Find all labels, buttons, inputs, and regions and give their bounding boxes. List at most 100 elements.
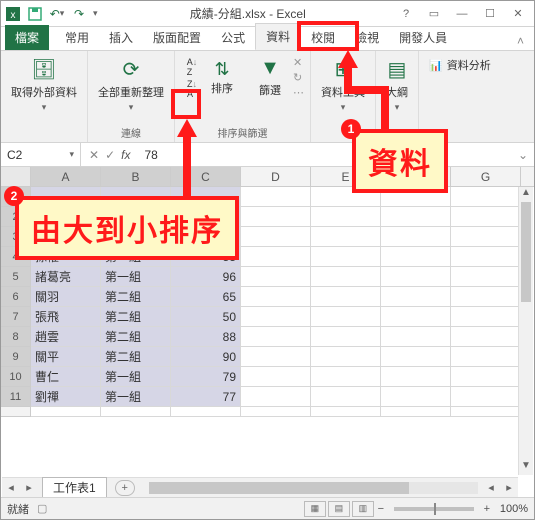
cell[interactable]: 關平 [31,347,101,367]
tab-insert[interactable]: 插入 [99,25,143,50]
col-header[interactable]: G [451,167,521,186]
cell[interactable] [311,267,381,287]
cell[interactable] [381,287,451,307]
redo-icon[interactable]: ↷ [71,6,87,22]
cell[interactable] [451,247,521,267]
cell[interactable] [311,407,381,417]
cell[interactable] [451,187,521,207]
cell[interactable]: 趙雲 [31,327,101,347]
cell[interactable] [241,247,311,267]
fx-icon[interactable]: fx [121,148,130,162]
cell[interactable]: 77 [171,387,241,407]
zoom-out-button[interactable]: − [374,503,388,515]
qat-customize-icon[interactable]: ▾ [93,8,98,19]
reapply-icon[interactable]: ↻ [293,71,304,84]
row-header[interactable]: 7 [1,307,31,327]
tab-layout[interactable]: 版面配置 [143,25,211,50]
tab-view[interactable]: 檢視 [345,25,389,50]
cell[interactable]: 諸葛亮 [31,267,101,287]
cell[interactable] [311,227,381,247]
ribbon-options-button[interactable]: ▭ [422,5,446,23]
cell[interactable] [451,287,521,307]
horizontal-scrollbar[interactable] [149,482,478,494]
cell[interactable]: 第一組 [101,367,171,387]
cell[interactable]: 88 [171,327,241,347]
cell[interactable]: 第一組 [101,387,171,407]
cell[interactable]: 張飛 [31,307,101,327]
cell[interactable]: 劉禪 [31,387,101,407]
cell[interactable] [311,327,381,347]
select-all-corner[interactable] [1,167,31,186]
cell[interactable] [311,287,381,307]
cell[interactable]: 65 [171,287,241,307]
cell[interactable] [451,267,521,287]
row-header[interactable]: 11 [1,387,31,407]
cell[interactable] [241,307,311,327]
cell[interactable] [451,307,521,327]
sheet-tab[interactable]: 工作表1 [42,477,107,499]
save-icon[interactable] [27,6,43,22]
row-header[interactable]: 6 [1,287,31,307]
cell[interactable] [241,347,311,367]
cell[interactable] [31,407,101,417]
cell[interactable] [451,207,521,227]
col-header[interactable]: A [31,167,101,186]
tab-file[interactable]: 檔案 [5,25,49,50]
undo-icon[interactable]: ↶▾ [49,6,65,22]
cell[interactable] [451,227,521,247]
cell[interactable] [311,207,381,227]
sort-dialog-button[interactable]: ⇅ 排序 [207,57,237,98]
tab-formulas[interactable]: 公式 [211,25,255,50]
data-analysis-button[interactable]: 📊 資料分析 [425,55,495,75]
view-pagebreak-button[interactable]: ▥ [352,501,374,517]
cell[interactable] [381,207,451,227]
help-button[interactable]: ? [394,5,418,23]
macro-record-icon[interactable]: ▢ [37,502,47,515]
enter-formula-icon[interactable]: ✓ [105,148,115,162]
cell[interactable] [381,367,451,387]
col-header[interactable]: B [101,167,171,186]
row-header[interactable] [1,407,31,417]
cell[interactable] [451,387,521,407]
tab-scroll-left-icon[interactable]: ◂ [2,481,20,494]
cell[interactable] [451,347,521,367]
add-sheet-button[interactable]: + [115,480,135,496]
cell[interactable]: 79 [171,367,241,387]
formula-input[interactable]: 78 [138,148,511,162]
cell[interactable] [311,307,381,327]
scroll-left-icon[interactable]: ◂ [482,481,500,494]
cell[interactable] [241,367,311,387]
advanced-icon[interactable]: ⋯ [293,86,304,99]
tab-data[interactable]: 資料 [255,23,301,50]
clear-filter-icon[interactable]: ✕ [293,56,304,69]
cell[interactable] [241,207,311,227]
cell[interactable] [311,387,381,407]
cell[interactable]: 90 [171,347,241,367]
cell[interactable] [451,367,521,387]
cell[interactable] [241,407,311,417]
cell[interactable] [241,387,311,407]
view-normal-button[interactable]: ▦ [304,501,326,517]
collapse-ribbon-icon[interactable]: ˄ [513,32,528,50]
cell[interactable] [381,247,451,267]
row-header[interactable]: 10 [1,367,31,387]
cell[interactable] [451,327,521,347]
zoom-in-button[interactable]: + [480,503,494,515]
cell[interactable] [381,307,451,327]
filter-button[interactable]: ▼ 篩選 [255,55,285,100]
tab-review[interactable]: 校閱 [301,25,345,50]
cell[interactable]: 第二組 [101,347,171,367]
tab-home[interactable]: 常用 [55,25,99,50]
cell[interactable]: 第二組 [101,327,171,347]
cell[interactable] [241,267,311,287]
cell[interactable] [171,407,241,417]
sort-asc-button[interactable]: A↓Z [181,57,203,77]
cell[interactable] [311,367,381,387]
cell[interactable] [381,407,451,417]
chevron-down-icon[interactable]: ▾ [69,149,74,160]
cell[interactable] [241,227,311,247]
cell[interactable] [101,407,171,417]
expand-formula-icon[interactable]: ⌄ [512,148,534,162]
view-pagelayout-button[interactable]: ▤ [328,501,350,517]
cell[interactable] [241,287,311,307]
